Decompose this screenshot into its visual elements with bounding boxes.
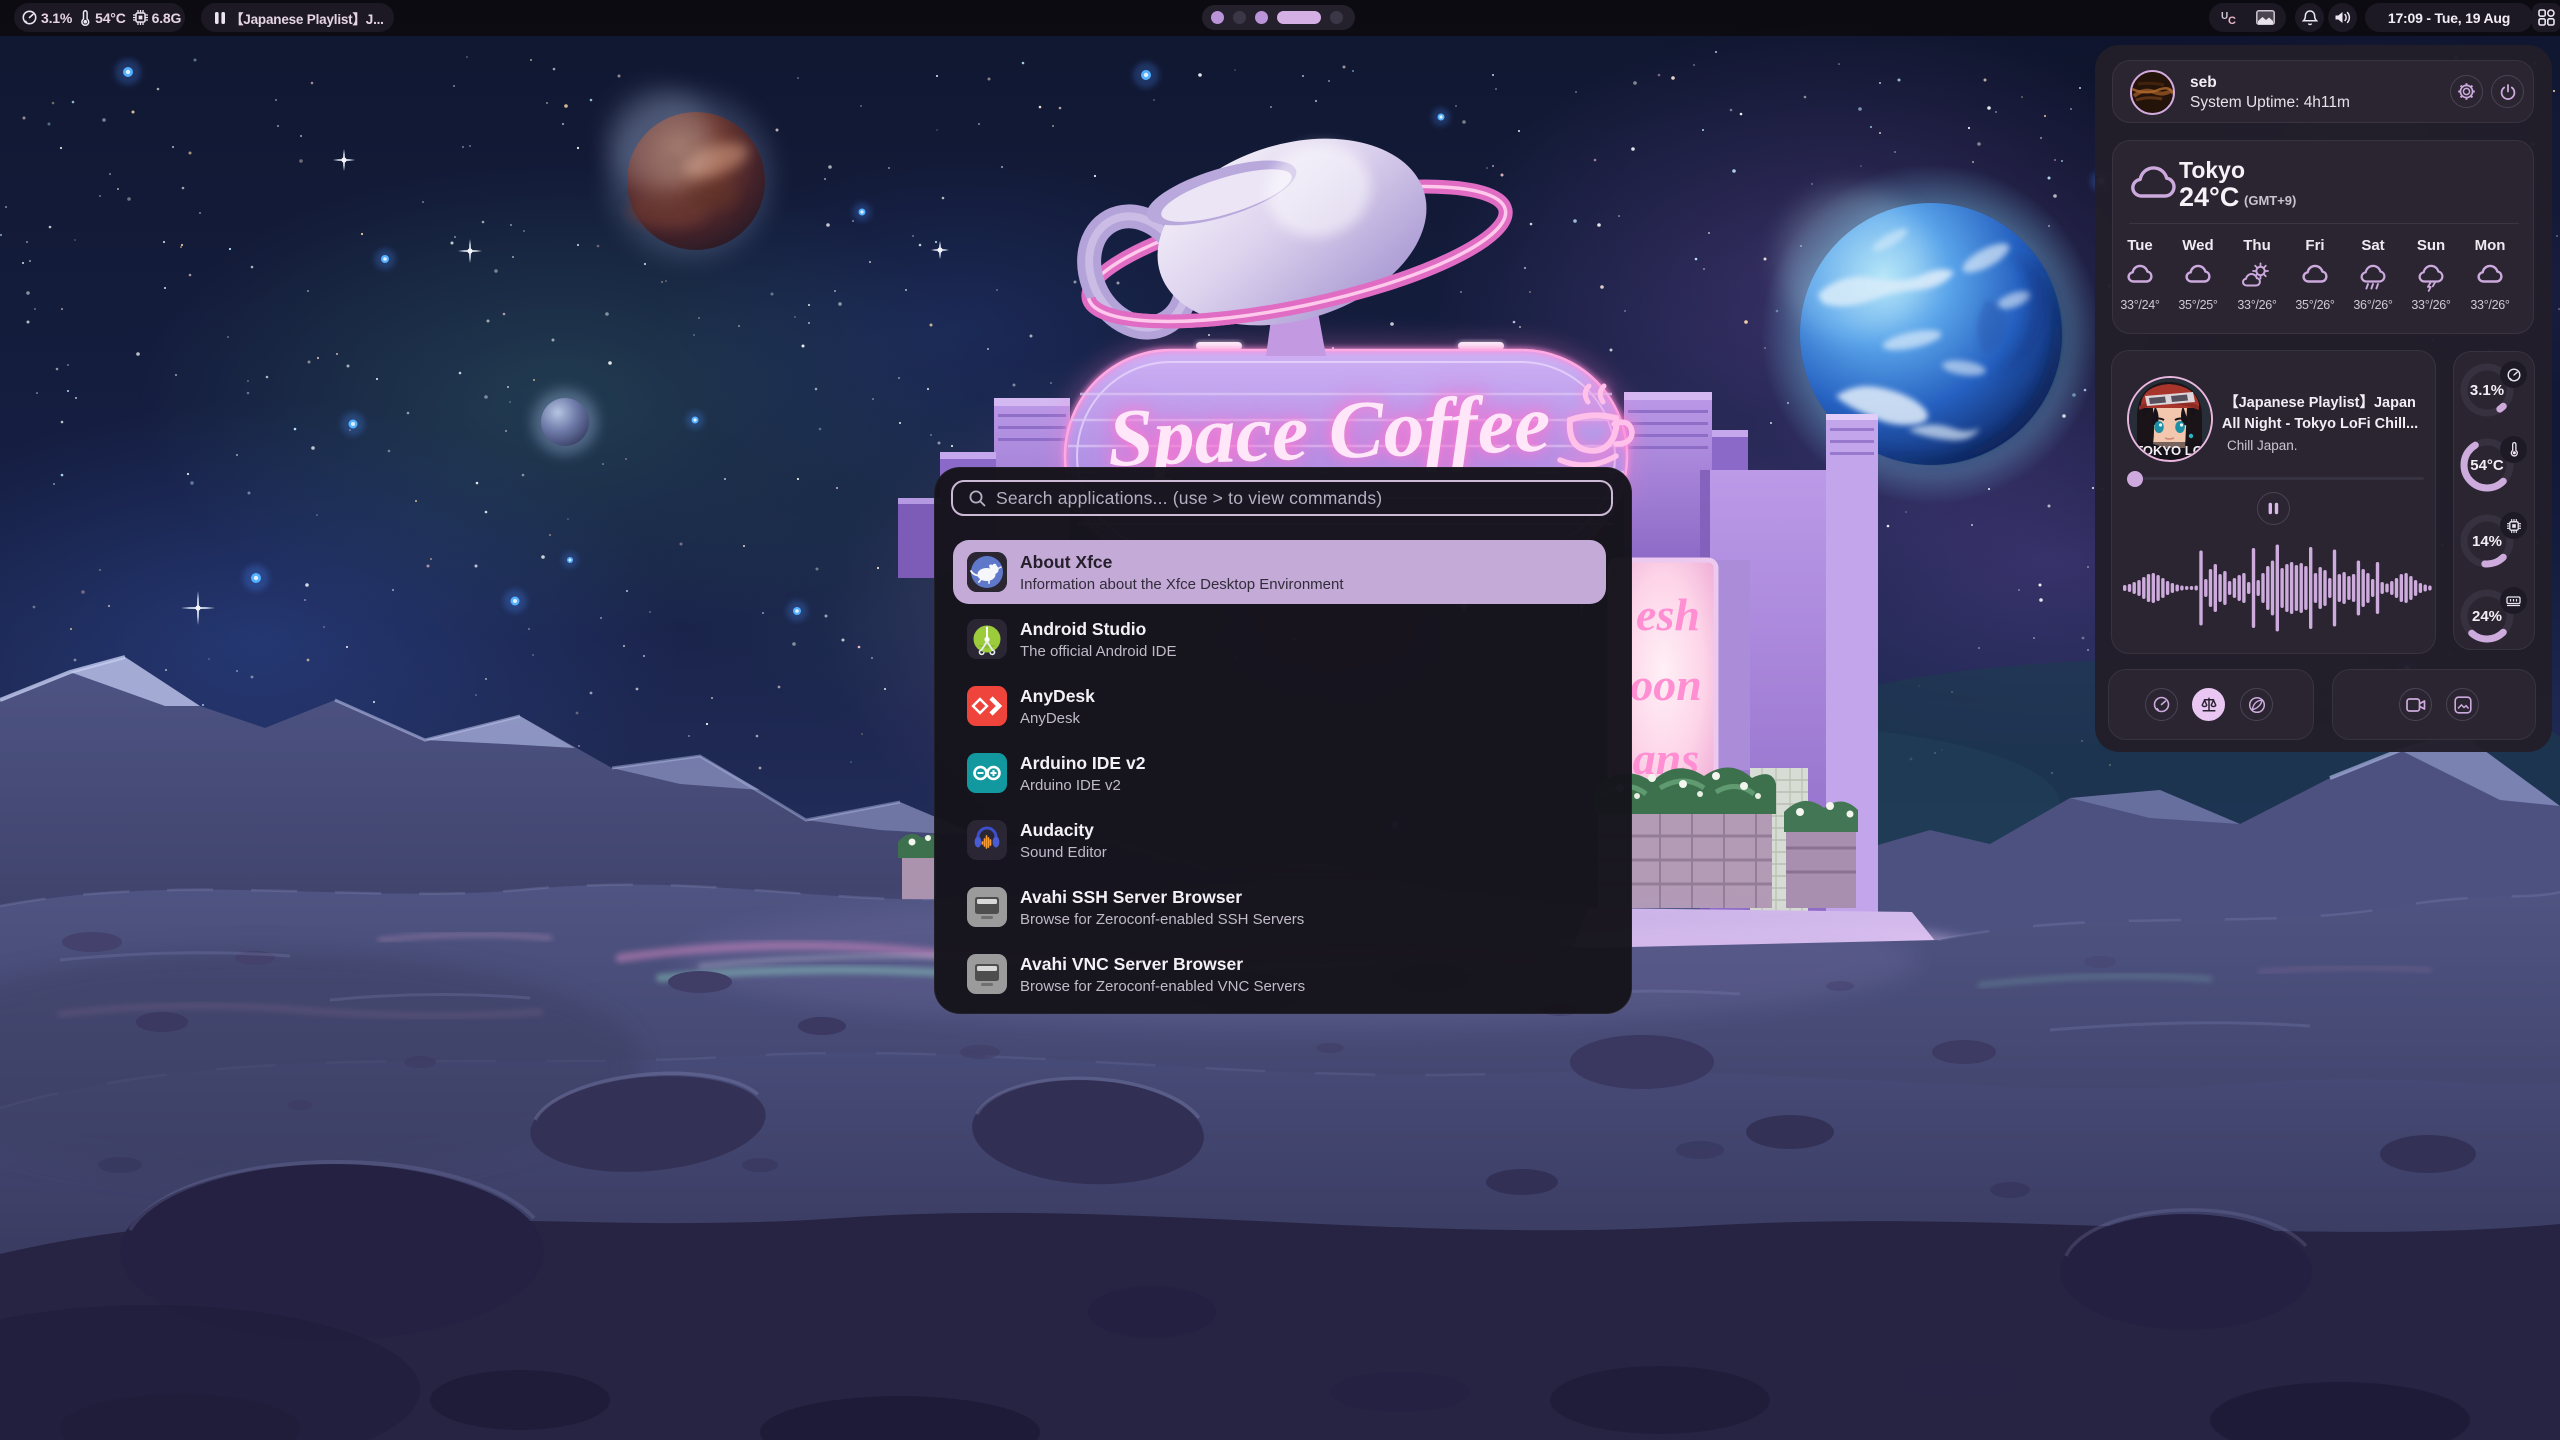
svg-text:C: C — [2228, 15, 2236, 26]
svg-text:TOKYO LO: TOKYO LO — [2135, 443, 2203, 458]
svg-text:oon: oon — [1630, 659, 1702, 710]
svg-text:esh: esh — [1636, 589, 1700, 640]
svg-text:U: U — [2221, 11, 2228, 22]
